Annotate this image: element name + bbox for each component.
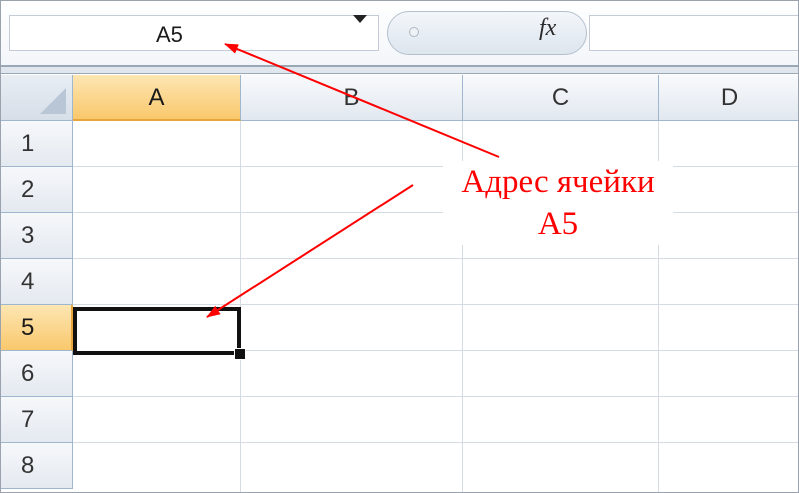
formula-input[interactable] xyxy=(589,15,798,51)
name-box-value: A5 xyxy=(156,22,183,47)
cancel-dot-icon[interactable] xyxy=(409,27,419,37)
gridline xyxy=(73,212,798,213)
column-header-a[interactable]: A xyxy=(73,75,241,121)
annotation-line-2: A5 xyxy=(537,206,579,242)
row-header-7[interactable]: 7 xyxy=(1,397,73,443)
row-header-3[interactable]: 3 xyxy=(1,213,73,259)
dropdown-arrow-icon[interactable] xyxy=(353,15,367,23)
annotation-label: Адрес ячейки A5 xyxy=(443,161,673,245)
insert-function-icon[interactable]: fx xyxy=(539,15,556,42)
arrow-to-cell-a5 xyxy=(206,184,414,318)
fx-label: fx xyxy=(539,15,557,41)
formula-bar: A5 fx xyxy=(1,1,798,65)
fill-handle[interactable] xyxy=(234,348,246,360)
column-header-d[interactable]: D xyxy=(659,75,798,121)
annotation-line-1: Адрес ячейки xyxy=(461,164,655,200)
row-header-6[interactable]: 6 xyxy=(1,351,73,397)
select-all-triangle-icon xyxy=(40,88,66,114)
select-all-button[interactable] xyxy=(1,75,73,121)
gridline xyxy=(73,258,798,259)
row-header-8[interactable]: 8 xyxy=(1,443,73,489)
column-header-c[interactable]: C xyxy=(463,75,659,121)
name-box[interactable]: A5 xyxy=(9,15,379,51)
divider xyxy=(1,73,798,74)
gridline xyxy=(73,304,798,305)
spreadsheet-window: A5 fx A B C D 1 2 3 4 5 6 7 8 Адрес ячей… xyxy=(0,0,799,493)
column-header-b[interactable]: B xyxy=(241,75,463,121)
row-header-5[interactable]: 5 xyxy=(1,305,73,351)
active-cell-a5[interactable] xyxy=(73,307,241,355)
gridline xyxy=(73,442,798,443)
row-header-4[interactable]: 4 xyxy=(1,259,73,305)
row-header-1[interactable]: 1 xyxy=(1,121,73,167)
row-header-2[interactable]: 2 xyxy=(1,167,73,213)
gridline xyxy=(73,396,798,397)
gridline xyxy=(73,166,798,167)
